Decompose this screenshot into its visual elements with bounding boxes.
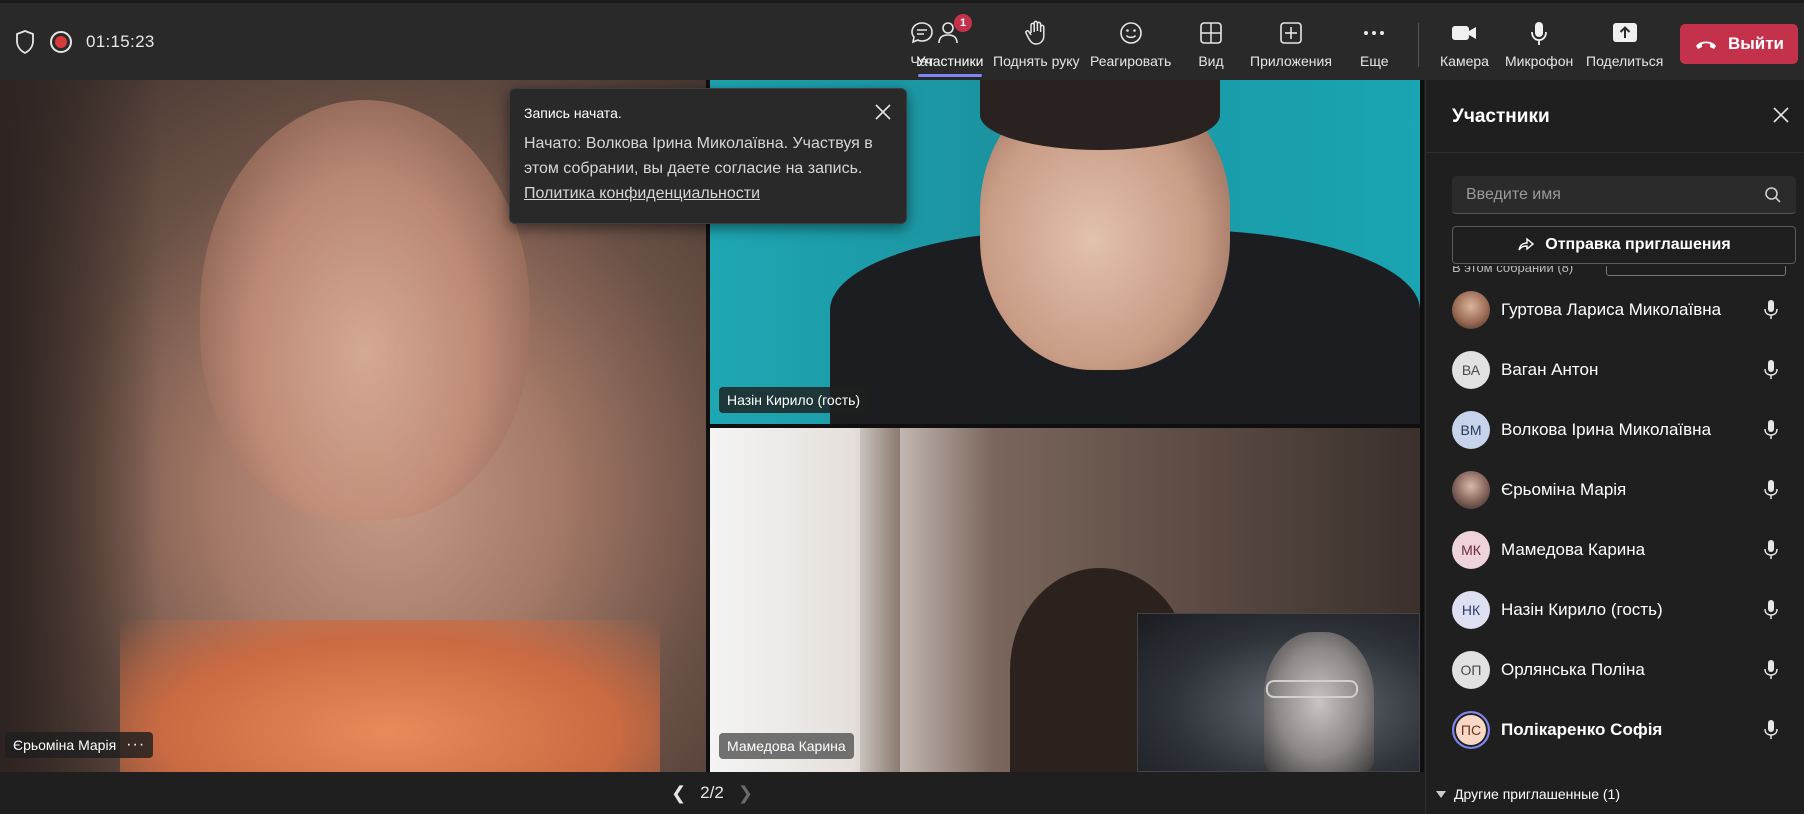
participant-name-tag: Єрьоміна Марія ··· <box>5 732 154 758</box>
microphone-icon <box>1764 480 1778 499</box>
more-options-icon[interactable]: ··· <box>126 737 145 753</box>
mute-all-button[interactable] <box>1606 266 1786 276</box>
meeting-status: 01:15:23 <box>14 29 155 55</box>
close-icon[interactable] <box>1772 106 1790 124</box>
leave-button[interactable]: Выйти <box>1680 24 1798 64</box>
microphone-icon <box>1764 300 1778 319</box>
participants-button[interactable]: 1 Участники <box>916 14 984 75</box>
shield-icon <box>16 30 34 55</box>
chevron-left-icon[interactable]: ❮ <box>671 783 686 804</box>
participant-list: Гуртова Лариса Миколаївна ВА Ваган Антон… <box>1426 280 1804 760</box>
participant-row[interactable]: ВА Ваган Антон <box>1426 340 1804 400</box>
participant-row[interactable]: Єрьоміна Марія <box>1426 460 1804 520</box>
view-button[interactable]: Вид <box>1197 17 1225 75</box>
camera-button[interactable]: Камера <box>1440 17 1489 75</box>
self-view-video[interactable] <box>1137 613 1420 773</box>
share-icon <box>1518 237 1535 251</box>
hand-icon <box>1022 17 1050 49</box>
recording-icon <box>50 31 72 53</box>
avatar: НК <box>1452 591 1490 629</box>
microphone-icon <box>1764 600 1778 619</box>
top-bar: 01:15:23 Чат 1 Участники Поднять руку Ре… <box>0 0 1804 80</box>
add-app-icon <box>1277 17 1305 49</box>
participant-name-tag: Мамедова Карина <box>719 733 854 759</box>
people-icon: 1 <box>916 14 984 49</box>
microphone-icon <box>1764 360 1778 379</box>
participant-search <box>1452 176 1796 214</box>
gallery-pager: ❮ 2/2 ❯ <box>0 772 1424 814</box>
toolbar-divider <box>1418 23 1419 67</box>
panel-title: Участники <box>1452 106 1550 127</box>
participant-row[interactable]: НК Назін Кирило (гость) <box>1426 580 1804 640</box>
recording-notification: Запись начата. Начато: Волкова Ірина Мик… <box>509 88 907 224</box>
close-icon[interactable] <box>874 103 892 121</box>
raise-hand-button[interactable]: Поднять руку <box>993 17 1080 75</box>
chevron-right-icon[interactable]: ❯ <box>738 783 753 804</box>
send-invite-button[interactable]: Отправка приглашения <box>1452 226 1796 264</box>
participant-row[interactable]: МК Мамедова Карина <box>1426 520 1804 580</box>
avatar: ОП <box>1452 651 1490 689</box>
participant-name-tag: Назін Кирило (гость) <box>719 387 869 413</box>
page-indicator: 2/2 <box>700 783 724 802</box>
apps-button[interactable]: Приложения <box>1250 17 1332 75</box>
avatar: ВА <box>1452 351 1490 389</box>
phone-hangup-icon <box>1695 41 1716 49</box>
avatar <box>1452 471 1490 509</box>
notification-title: Запись начата. <box>524 105 622 121</box>
participants-badge: 1 <box>954 14 972 32</box>
microphone-icon <box>1764 720 1778 739</box>
participants-panel: Участники Отправка приглашения В этом со… <box>1425 80 1804 814</box>
avatar: ПС <box>1452 711 1490 749</box>
more-button[interactable]: Еще <box>1360 17 1389 75</box>
microphone-icon <box>1764 540 1778 559</box>
notification-body: Начато: Волкова Ірина Миколаївна. Участв… <box>524 135 873 202</box>
avatar <box>1452 291 1490 329</box>
smiley-icon <box>1117 17 1145 49</box>
microphone-icon <box>1764 660 1778 679</box>
avatar: МК <box>1452 531 1490 569</box>
avatar: ВМ <box>1452 411 1490 449</box>
camera-icon <box>1449 17 1479 49</box>
participants-section-header: В этом собрании (8) <box>1452 266 1796 276</box>
participant-row[interactable]: ВМ Волкова Ірина Миколаївна <box>1426 400 1804 460</box>
privacy-policy-link[interactable]: Политика конфиденциальности <box>524 185 760 202</box>
panel-divider <box>1426 152 1804 153</box>
share-screen-icon <box>1610 17 1640 49</box>
microphone-icon <box>1764 420 1778 439</box>
participant-row[interactable]: Гуртова Лариса Миколаївна <box>1426 280 1804 340</box>
react-button[interactable]: Реагировать <box>1090 17 1171 75</box>
microphone-icon <box>1525 17 1553 49</box>
share-button[interactable]: Поделиться <box>1586 17 1663 75</box>
microphone-button[interactable]: Микрофон <box>1505 17 1573 75</box>
chevron-down-icon <box>1436 790 1446 798</box>
active-tab-indicator <box>918 74 982 77</box>
layout-icon <box>1197 17 1225 49</box>
more-icon <box>1360 17 1388 49</box>
participant-row[interactable]: ПС Полікаренко Софія <box>1426 700 1804 760</box>
search-input[interactable] <box>1466 185 1764 204</box>
meeting-timer: 01:15:23 <box>86 32 155 51</box>
participant-row[interactable]: ОП Орлянська Поліна <box>1426 640 1804 700</box>
other-invited-toggle[interactable]: Другие приглашенные (1) <box>1436 786 1620 802</box>
search-icon[interactable] <box>1764 186 1782 204</box>
